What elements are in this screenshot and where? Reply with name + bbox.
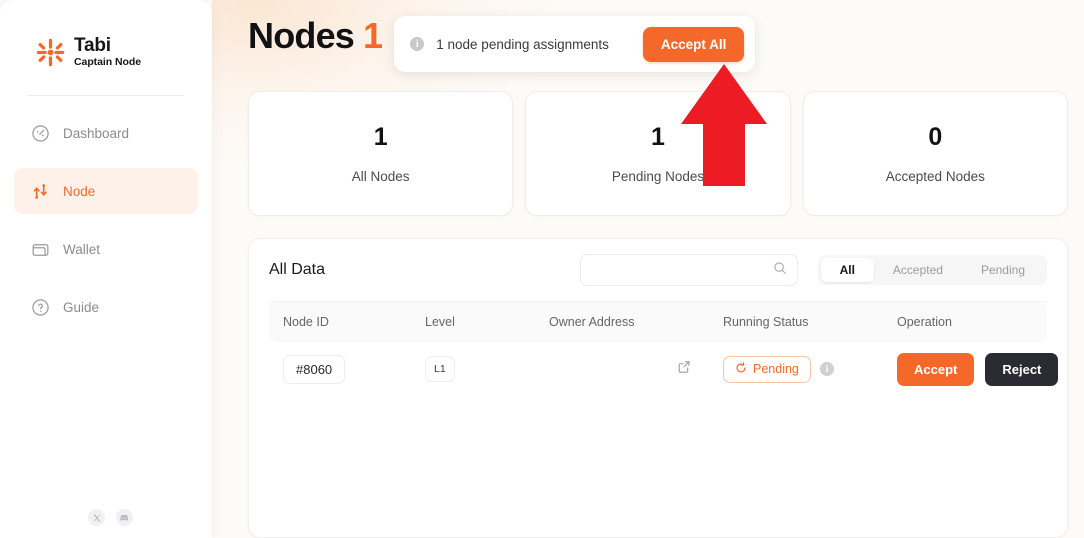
column-running-status: Running Status (723, 315, 809, 329)
search-icon (773, 261, 787, 280)
level-chip: L1 (425, 356, 455, 382)
data-panel: All Data All Accepted Pending Node ID Le… (248, 238, 1068, 538)
stat-value: 1 (373, 123, 388, 151)
panel-header: All Data All Accepted Pending (269, 239, 1047, 302)
nodes-arrows-icon (30, 181, 50, 201)
stat-label: Pending Nodes (611, 169, 705, 184)
column-operation: Operation (897, 315, 952, 329)
stat-card-pending-nodes: 1 Pending Nodes (525, 91, 791, 216)
table-header-row: Node ID Level Owner Address Running Stat… (269, 302, 1047, 342)
sidebar: Tabi Captain Node Dashboard Node Wallet … (0, 0, 212, 538)
sidebar-item-label: Node (63, 183, 96, 199)
x-twitter-icon[interactable] (88, 509, 105, 526)
cell-level: L1 (411, 342, 535, 396)
accept-button[interactable]: Accept (897, 352, 975, 386)
sidebar-item-wallet[interactable]: Wallet (14, 226, 198, 272)
accept-all-button[interactable]: Accept All (642, 26, 745, 62)
sidebar-item-label: Guide (63, 299, 100, 315)
page-title-count: 1 (363, 15, 383, 56)
sidebar-item-label: Dashboard (63, 125, 130, 141)
nodes-table: Node ID Level Owner Address Running Stat… (269, 302, 1059, 396)
page-header: Nodes 1 i 1 node pending assignments Acce… (248, 0, 1068, 86)
panel-title: All Data (269, 261, 326, 278)
gauge-icon (30, 123, 50, 143)
stat-label: Accepted Nodes (885, 169, 985, 184)
status-filter-group: All Accepted Pending (817, 255, 1047, 285)
question-circle-icon (30, 297, 50, 317)
stats-cards: 1 All Nodes 1 Pending Nodes 0 Accepted N… (248, 91, 1068, 216)
wallet-icon (30, 239, 50, 259)
filter-accepted[interactable]: Accepted (874, 258, 962, 282)
node-id-chip: #8060 (283, 354, 346, 384)
cell-running-status: Pending i (709, 342, 883, 396)
stat-card-all-nodes: 1 All Nodes (248, 91, 514, 216)
filter-all[interactable]: All (820, 258, 874, 282)
stat-card-accepted-nodes: 0 Accepted Nodes (802, 91, 1068, 216)
social-links (0, 509, 212, 538)
pending-assignments-notice: i 1 node pending assignments Accept All (394, 16, 756, 72)
sidebar-item-guide[interactable]: Guide (14, 284, 198, 330)
refresh-circle-icon (735, 361, 747, 377)
discord-icon[interactable] (116, 509, 133, 526)
table-row: #8060 L1 Pending i Accept Reject (269, 342, 1059, 396)
sidebar-divider (28, 95, 184, 96)
cell-operation: Accept Reject (883, 342, 1059, 396)
main-content: Nodes 1 i 1 node pending assignments Acce… (212, 0, 1084, 538)
search-input[interactable] (590, 263, 773, 277)
info-circle-icon: i (410, 37, 425, 51)
cell-node-id: #8060 (269, 342, 411, 396)
tabi-asterisk-logo-icon (36, 38, 65, 67)
sidebar-item-label: Wallet (63, 241, 101, 257)
brand-subtitle: Captain Node (74, 56, 142, 69)
page-title: Nodes 1 (248, 14, 383, 58)
page-title-text: Nodes (248, 15, 355, 56)
stat-value: 0 (928, 123, 943, 151)
column-level: Level (425, 315, 455, 329)
sidebar-nav: Dashboard Node Wallet Guide (0, 110, 212, 342)
stat-label: All Nodes (351, 169, 410, 184)
search-box[interactable] (579, 254, 798, 286)
column-node-id: Node ID (283, 315, 329, 329)
status-label: Pending (753, 362, 799, 376)
status-info-icon[interactable]: i (819, 362, 834, 376)
reject-button[interactable]: Reject (985, 352, 1059, 386)
brand-logo[interactable]: Tabi Captain Node (0, 4, 212, 78)
column-owner-address: Owner Address (549, 315, 635, 329)
notice-text: 1 node pending assignments (436, 36, 609, 52)
filter-pending[interactable]: Pending (962, 258, 1044, 282)
cell-owner-address (535, 342, 709, 396)
app-root: Tabi Captain Node Dashboard Node Wallet … (0, 0, 1084, 538)
sidebar-item-node[interactable]: Node (14, 168, 198, 214)
sidebar-item-dashboard[interactable]: Dashboard (14, 110, 198, 156)
brand-name: Tabi (74, 34, 111, 56)
stat-value: 1 (651, 123, 665, 151)
status-badge: Pending (723, 355, 811, 383)
external-link-icon[interactable] (677, 360, 691, 379)
